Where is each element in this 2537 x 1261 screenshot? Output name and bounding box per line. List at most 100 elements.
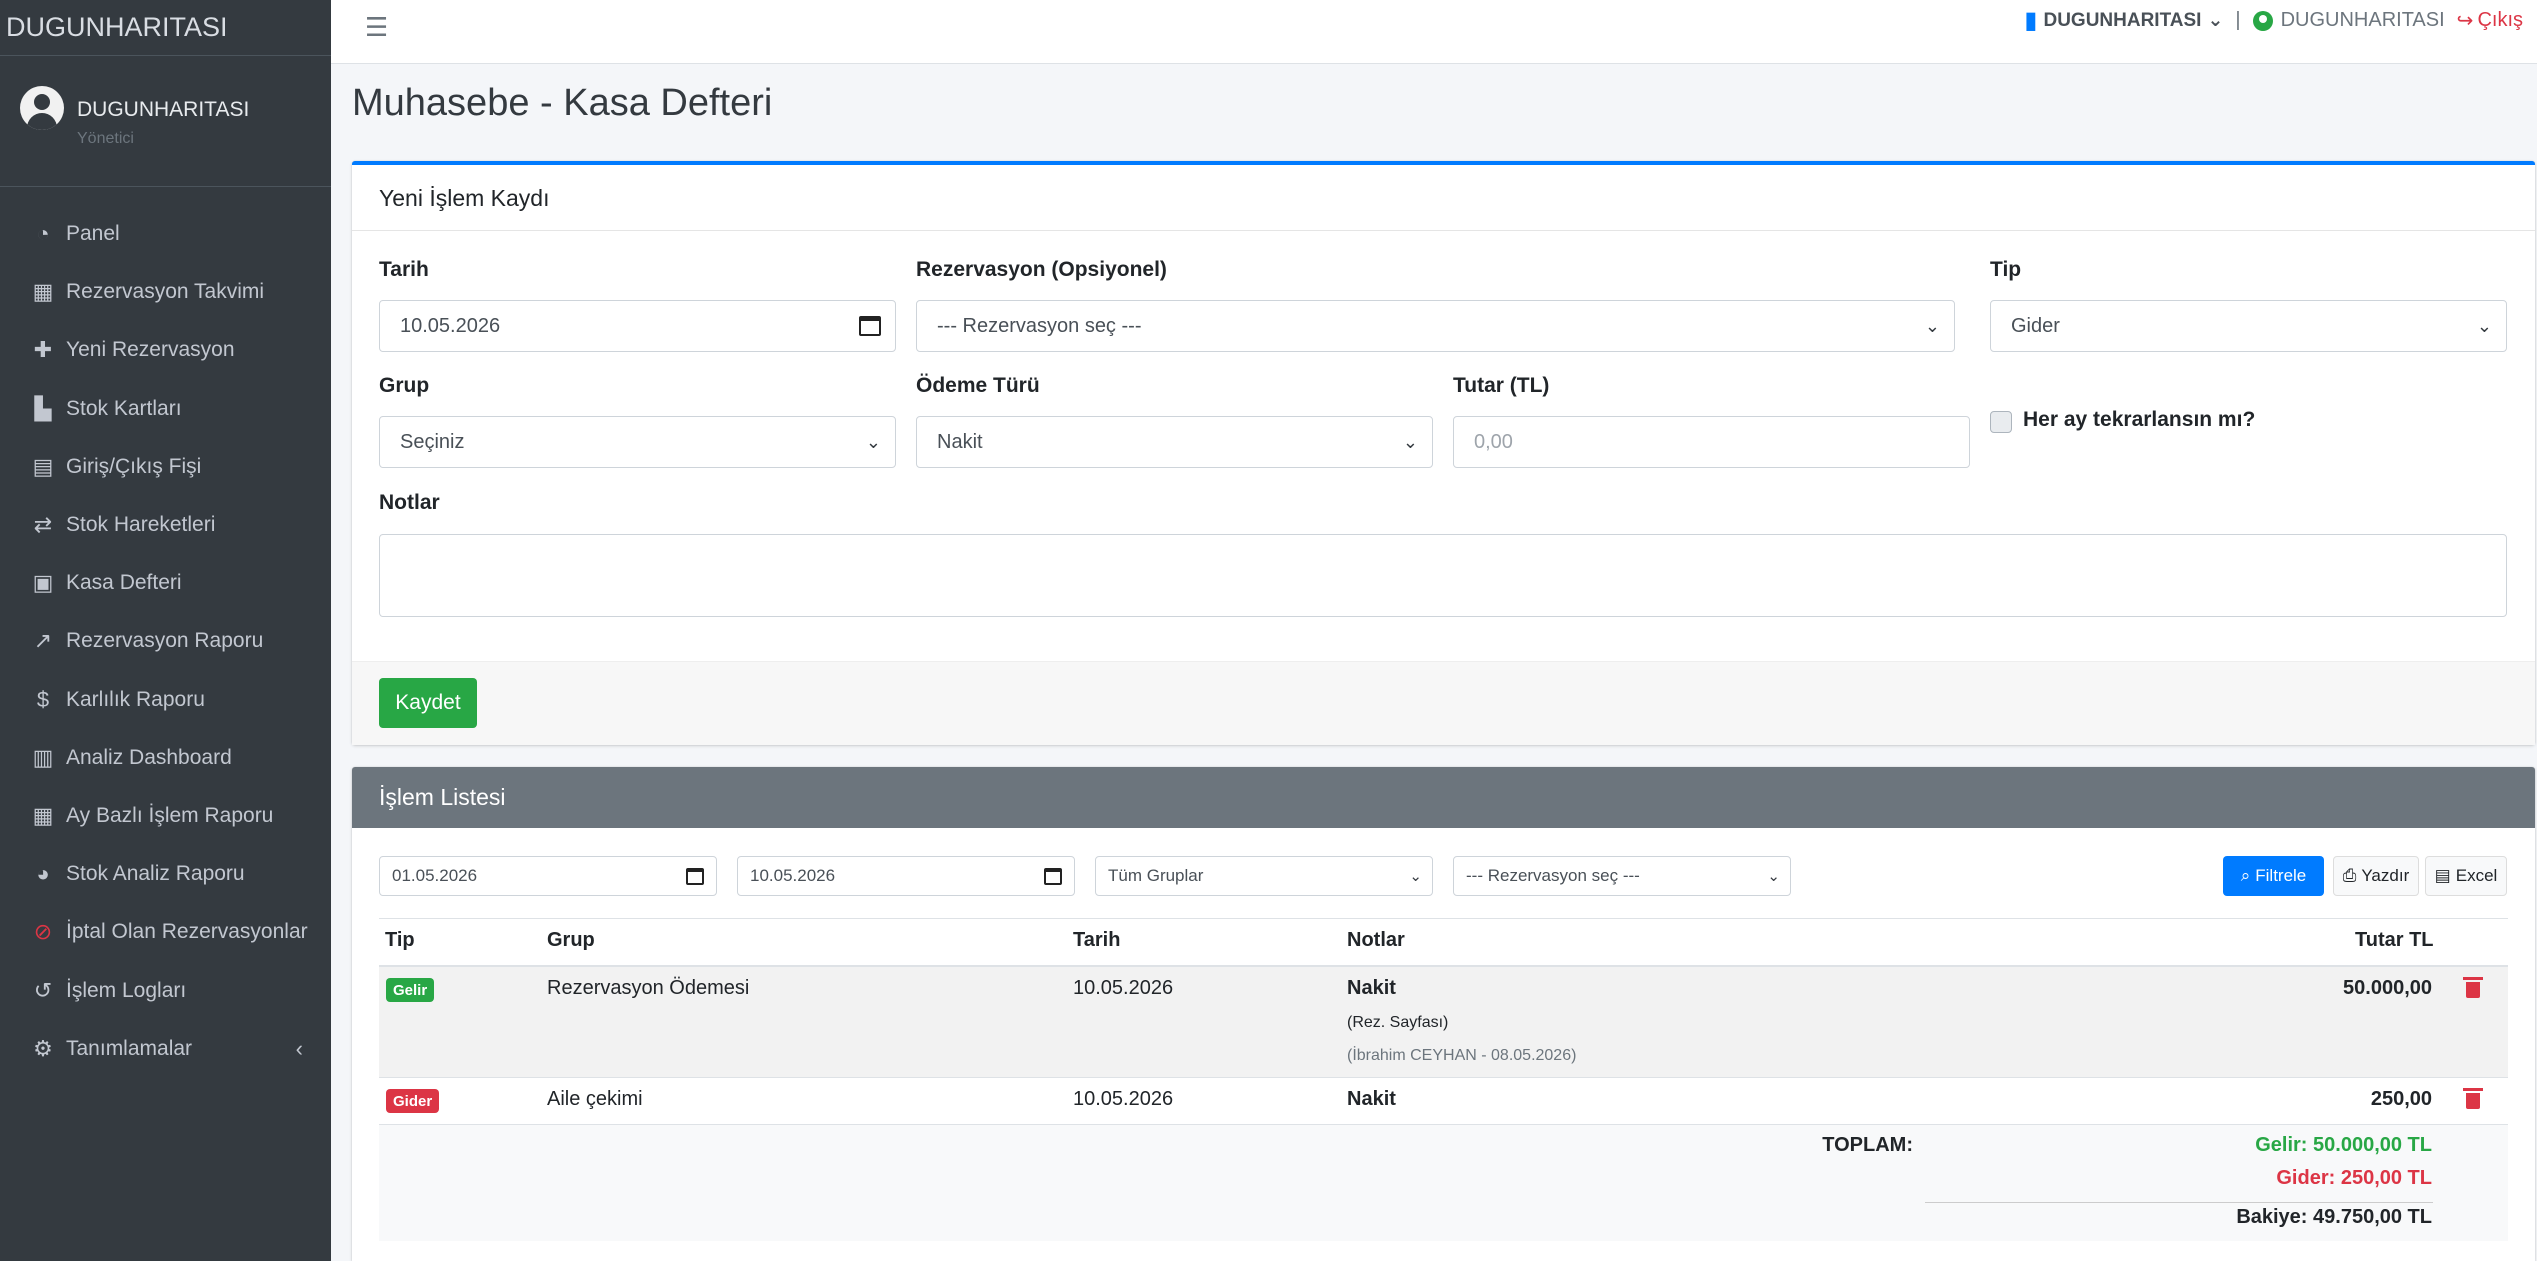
sidebar-item-stock-analysis[interactable]: ◕ Stok Analiz Raporu	[0, 845, 331, 903]
card-footer: Kaydet	[352, 661, 2535, 745]
amount-input[interactable]: 0,00	[1453, 416, 1970, 468]
row-note-main: Nakit	[1347, 977, 1396, 999]
sidebar-item-label: İşlem Logları	[66, 978, 187, 1002]
payment-type-value: Nakit	[937, 430, 983, 453]
sidebar-item-label: Ay Bazlı İşlem Raporu	[66, 803, 274, 827]
cogs-icon: ⚙	[33, 1035, 53, 1061]
tachometer-icon: ◔	[36, 221, 50, 247]
row-amount: 50.000,00	[2343, 977, 2432, 999]
row-note-main: Nakit	[1347, 1088, 1396, 1110]
grid-icon: ▦	[32, 802, 54, 828]
exchange-icon: ⇄	[33, 512, 53, 538]
row-note-meta: (İbrahim CEYHAN - 08.05.2026)	[1347, 1047, 1577, 1064]
recurring-label[interactable]: Her ay tekrarlansın mı?	[2023, 408, 2255, 432]
calendar-icon[interactable]	[859, 316, 881, 336]
delete-trash-icon[interactable]	[2463, 977, 2483, 998]
filter-reservation-select[interactable]: --- Rezervasyon seç --- ⌄	[1453, 856, 1791, 896]
column-header-group[interactable]: Grup	[547, 929, 595, 952]
totals-income: Gelir: 50.000,00 TL	[2255, 1134, 2432, 1156]
sidebar-item-label: Yeni Rezervasyon	[66, 338, 235, 362]
sidebar-item-label: Stok Kartları	[66, 396, 182, 420]
excel-button[interactable]: ▤ Excel	[2425, 856, 2507, 896]
filter-button-label: Filtrele	[2255, 866, 2307, 885]
type-value: Gider	[2011, 314, 2060, 337]
reservation-select[interactable]: --- Rezervasyon seç --- ⌄	[916, 300, 1955, 352]
sidebar-item-stock-movements[interactable]: ⇄ Stok Hareketleri	[0, 496, 331, 554]
dollar-icon: $	[36, 686, 50, 712]
sidebar-item-label: Analiz Dashboard	[66, 745, 232, 769]
line-chart-icon: ↗	[33, 628, 53, 654]
sidebar-item-label: İptal Olan Rezervasyonlar	[66, 920, 308, 944]
sidebar-user-name[interactable]: DUGUNHARITASI	[77, 98, 249, 122]
sidebar: DUGUNHARITASI DUGUNHARITASI Yönetici ◔ Pa…	[0, 0, 331, 1261]
delete-trash-icon[interactable]	[2463, 1088, 2483, 1109]
chevron-down-icon: ⌄	[1409, 868, 1422, 885]
amount-label: Tutar (TL)	[1453, 374, 1550, 397]
table-top-border	[379, 918, 2508, 919]
type-select[interactable]: Gider ⌄	[1990, 300, 2507, 352]
save-button[interactable]: Kaydet	[379, 678, 477, 728]
new-transaction-card: Yeni İşlem Kaydı Tarih 10.05.2026 Rezerv…	[352, 161, 2535, 745]
print-button[interactable]: ⎙ Yazdır	[2333, 856, 2419, 896]
logout-link[interactable]: ↪ Çıkış	[2457, 8, 2523, 33]
recurring-checkbox[interactable]	[1990, 411, 2012, 433]
sidebar-item-label: Karlılık Raporu	[66, 687, 205, 711]
sidebar-item-label: Rezervasyon Raporu	[66, 629, 264, 653]
sidebar-item-new-reservation[interactable]: ✚ Yeni Rezervasyon	[0, 321, 331, 379]
column-header-date[interactable]: Tarih	[1073, 929, 1120, 952]
navbar-user[interactable]: DUGUNHARITASI	[2252, 9, 2445, 32]
payment-type-select[interactable]: Nakit ⌄	[916, 416, 1433, 468]
sidebar-item-cash-book[interactable]: ▣ Kasa Defteri	[0, 554, 331, 612]
filter-start-date[interactable]: 01.05.2026	[379, 856, 717, 896]
user-circle-icon	[2252, 10, 2273, 31]
sidebar-item-definitions[interactable]: ⚙ Tanımlamalar ‹	[0, 1020, 331, 1078]
sidebar-item-analysis-dashboard[interactable]: ▥ Analiz Dashboard	[0, 729, 331, 787]
filter-end-date[interactable]: 10.05.2026	[737, 856, 1075, 896]
column-header-amount[interactable]: Tutar TL	[2355, 929, 2434, 952]
boxes-icon: ▙	[34, 395, 52, 421]
file-invoice-icon: ▤	[32, 453, 54, 479]
plus-icon: ✚	[33, 337, 53, 363]
sidebar-item-panel[interactable]: ◔ Panel	[0, 205, 331, 263]
sidebar-item-profitability-report[interactable]: $ Karlılık Raporu	[0, 671, 331, 729]
sidebar-item-label: Giriş/Çıkış Fişi	[66, 454, 202, 478]
sign-out-icon: ↪	[2456, 10, 2474, 32]
totals-divider	[1925, 1202, 2433, 1203]
menu-toggle-icon[interactable]: ☰	[365, 12, 388, 43]
filter-button[interactable]: ⌕ Filtrele	[2223, 856, 2324, 896]
calendar-icon[interactable]	[1044, 867, 1062, 885]
filter-group-select[interactable]: Tüm Gruplar ⌄	[1095, 856, 1433, 896]
chevron-down-icon: ⌄	[1402, 431, 1418, 452]
brand-link[interactable]: DUGUNHARITASI	[0, 0, 331, 56]
row-date: 10.05.2026	[1073, 1088, 1174, 1110]
filter-start-value: 01.05.2026	[392, 866, 478, 885]
ban-icon: ⊘	[33, 919, 53, 945]
sidebar-item-reservation-report[interactable]: ↗ Rezervasyon Raporu	[0, 612, 331, 670]
calendar-icon[interactable]	[686, 867, 704, 885]
notes-textarea[interactable]	[379, 534, 2507, 617]
totals-balance: Bakiye: 49.750,00 TL	[2236, 1206, 2432, 1228]
cash-register-icon: ▣	[32, 570, 54, 596]
sidebar-item-operation-logs[interactable]: ↺ İşlem Logları	[0, 961, 331, 1019]
sidebar-item-in-out-receipt[interactable]: ▤ Giriş/Çıkış Fişi	[0, 438, 331, 496]
column-header-type[interactable]: Tip	[385, 929, 415, 952]
chevron-down-icon: ⌄	[2476, 315, 2492, 336]
company-name: DUGUNHARITASI	[2043, 9, 2202, 31]
chevron-down-icon: ⌄	[2207, 10, 2224, 31]
type-badge-expense: Gider	[386, 1089, 440, 1113]
sidebar-item-label: Stok Hareketleri	[66, 513, 216, 537]
chevron-down-icon: ⌄	[865, 431, 881, 452]
date-value: 10.05.2026	[400, 314, 501, 337]
card-title: İşlem Listesi	[352, 767, 2535, 828]
column-header-notes[interactable]: Notlar	[1347, 929, 1405, 952]
sidebar-item-stock-cards[interactable]: ▙ Stok Kartları	[0, 380, 331, 438]
sidebar-item-monthly-report[interactable]: ▦ Ay Bazlı İşlem Raporu	[0, 787, 331, 845]
row-date: 10.05.2026	[1073, 977, 1174, 999]
pie-chart-icon: ◕	[36, 861, 50, 887]
calendar-icon: ▦	[32, 279, 54, 305]
sidebar-item-cancelled-reservations[interactable]: ⊘ İptal Olan Rezervasyonlar	[0, 903, 331, 961]
group-select[interactable]: Seçiniz ⌄	[379, 416, 896, 468]
sidebar-item-reservation-calendar[interactable]: ▦ Rezervasyon Takvimi	[0, 263, 331, 321]
date-input[interactable]: 10.05.2026	[379, 300, 896, 352]
company-dropdown[interactable]: ▮ DUGUNHARITASI ⌄	[2024, 6, 2223, 35]
